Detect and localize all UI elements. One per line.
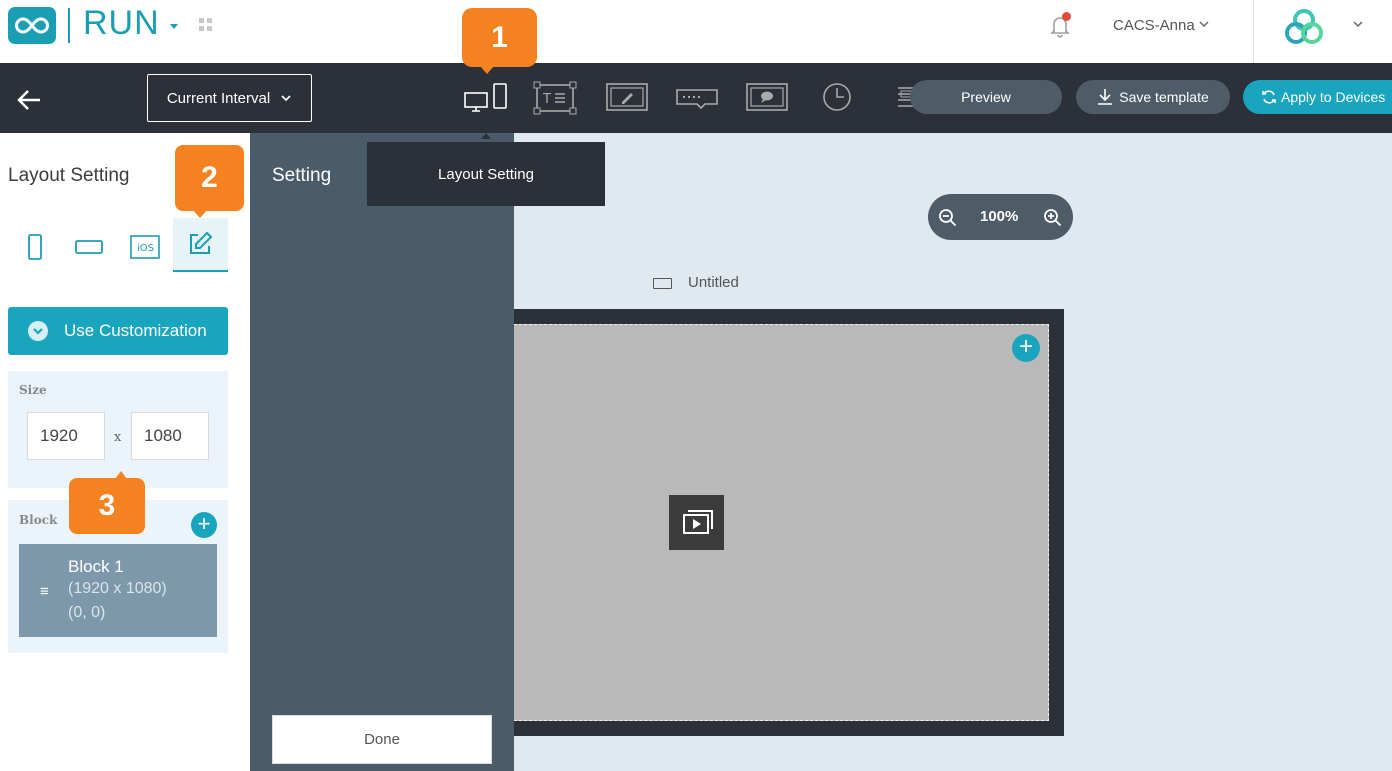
- message-icon[interactable]: [745, 80, 789, 116]
- size-label: Size: [19, 383, 47, 397]
- brand-menu-chevron-down-icon[interactable]: [1352, 18, 1364, 32]
- apps-grid-icon[interactable]: [199, 18, 213, 32]
- setting-panel: [250, 133, 514, 771]
- ticker-icon[interactable]: [675, 80, 719, 116]
- zoom-in-icon[interactable]: [1043, 208, 1063, 228]
- preview-button[interactable]: Preview: [910, 80, 1062, 114]
- template-name[interactable]: Untitled: [688, 274, 739, 291]
- block-name: Block 1: [68, 557, 124, 576]
- block-label: Block: [19, 513, 58, 527]
- template-name-icon: [653, 278, 672, 289]
- edit-icon: [190, 231, 213, 254]
- app-name[interactable]: RUN: [83, 4, 160, 43]
- orientation-portrait-icon[interactable]: [10, 222, 60, 272]
- block-canvas[interactable]: [514, 324, 1049, 721]
- back-arrow-icon[interactable]: [14, 86, 44, 114]
- layout-setting-tooltip: Layout Setting: [367, 142, 605, 206]
- zoom-control: 100%: [928, 194, 1073, 240]
- svg-text:T: T: [542, 92, 551, 107]
- app-switcher-caret-icon[interactable]: [170, 24, 178, 29]
- user-menu-chevron-down-icon[interactable]: [1198, 18, 1210, 32]
- apply-to-devices-label: Apply to Devices: [1281, 89, 1386, 105]
- zoom-out-icon[interactable]: [938, 208, 958, 228]
- notification-badge: [1062, 12, 1071, 21]
- callout-3: 3: [69, 471, 145, 534]
- layout-icon[interactable]: [462, 80, 510, 116]
- setting-title: Setting: [272, 165, 332, 186]
- add-block-button[interactable]: +: [191, 512, 217, 538]
- panel-title: Layout Setting: [8, 165, 130, 186]
- width-input[interactable]: 1920: [27, 412, 105, 460]
- drag-handle-icon[interactable]: ≡: [40, 583, 49, 600]
- draw-icon[interactable]: [605, 80, 649, 116]
- use-customization-button[interactable]: Use Customization: [8, 307, 228, 355]
- brand-logo-icon[interactable]: [1282, 7, 1326, 47]
- download-icon: [1098, 89, 1113, 105]
- user-menu-name[interactable]: CACS-Anna: [1113, 17, 1195, 34]
- callout-2: 2: [175, 145, 244, 218]
- chevron-down-icon: [28, 321, 48, 341]
- use-customization-label: Use Customization: [64, 321, 207, 340]
- size-separator: x: [114, 430, 122, 445]
- done-button[interactable]: Done: [272, 715, 492, 764]
- apply-to-devices-button[interactable]: Apply to Devices: [1243, 80, 1392, 114]
- clock-icon[interactable]: [821, 80, 853, 116]
- logo-divider: [68, 8, 70, 43]
- orientation-custom-button[interactable]: [173, 218, 228, 272]
- text-widget-icon[interactable]: T: [533, 80, 578, 116]
- app-logo-icon[interactable]: [8, 7, 56, 44]
- tooltip-caret: [481, 133, 491, 139]
- block-position: (0, 0): [68, 604, 106, 621]
- interval-select[interactable]: Current Interval: [147, 74, 312, 122]
- block-size: (1920 x 1080): [68, 580, 167, 597]
- chevron-down-icon: [281, 95, 291, 102]
- add-content-button[interactable]: +: [1012, 334, 1040, 362]
- orientation-landscape-icon[interactable]: [64, 222, 114, 272]
- svg-text:iOS: iOS: [137, 243, 154, 254]
- sync-icon: [1262, 90, 1276, 104]
- zoom-level: 100%: [980, 208, 1019, 225]
- orientation-ios-icon[interactable]: iOS: [120, 222, 170, 272]
- height-input[interactable]: 1080: [131, 412, 209, 460]
- callout-1: 1: [462, 8, 537, 74]
- header-divider: [1253, 0, 1254, 63]
- save-template-label: Save template: [1119, 89, 1209, 105]
- save-template-button[interactable]: Save template: [1076, 80, 1230, 114]
- media-playlist-icon[interactable]: [669, 495, 724, 550]
- interval-select-label: Current Interval: [166, 89, 271, 107]
